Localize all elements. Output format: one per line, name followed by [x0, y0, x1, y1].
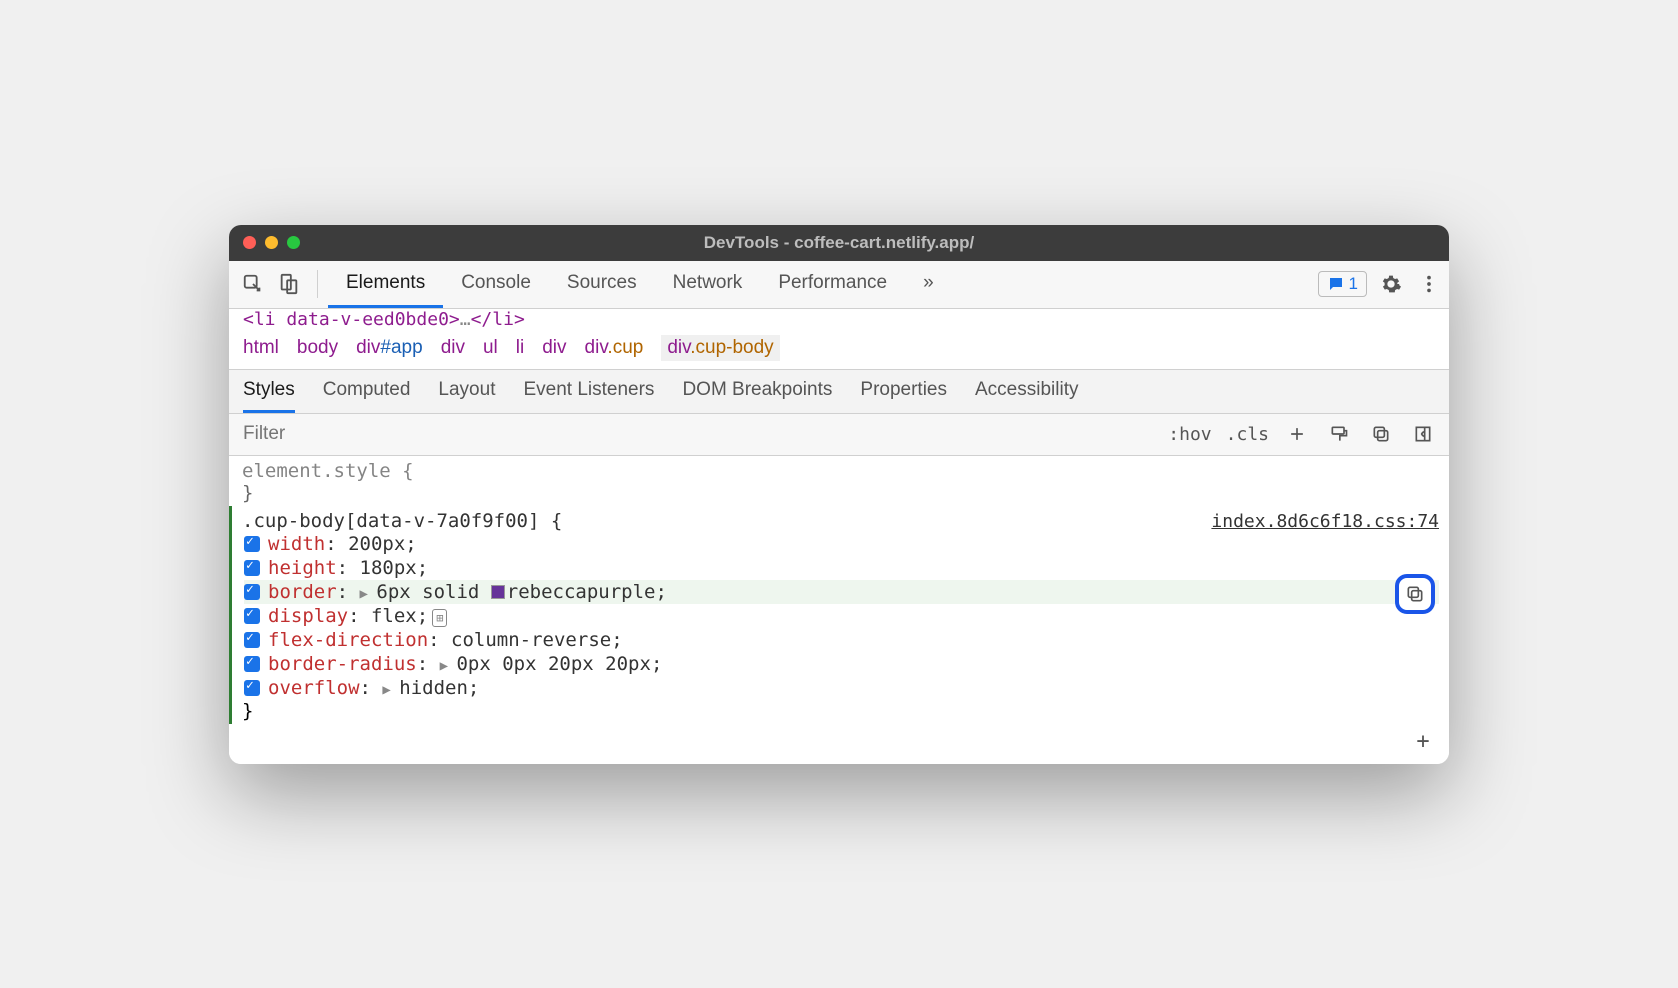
close-icon[interactable] — [243, 236, 256, 249]
rule-cup-body: .cup-body[data-v-7a0f9f00] { index.8d6c6… — [229, 506, 1449, 724]
styles-pane: element.style { } .cup-body[data-v-7a0f9… — [229, 456, 1449, 764]
toggle-checkbox[interactable] — [244, 632, 260, 648]
color-swatch[interactable] — [491, 585, 505, 599]
styles-subtabs: Styles Computed Layout Event Listeners D… — [229, 370, 1449, 414]
main-tabs: Elements Console Sources Network Perform… — [229, 261, 1449, 309]
tab-console[interactable]: Console — [443, 261, 549, 308]
separator — [317, 270, 318, 298]
crumb-div[interactable]: div — [441, 337, 465, 359]
dom-tree-peek: <li data-v-eed0bde0>…</li> — [229, 309, 1449, 327]
decl-display[interactable]: display: flex;⊞ — [244, 604, 1439, 628]
crumb-div2[interactable]: div — [542, 337, 566, 359]
crumb-html[interactable]: html — [243, 337, 279, 359]
decl-text: width: 200px; — [268, 533, 417, 555]
crumb-body[interactable]: body — [297, 337, 338, 359]
decl-text: height: 180px; — [268, 557, 428, 579]
window-controls — [243, 236, 300, 249]
paint-icon[interactable] — [1325, 420, 1353, 448]
tab-elements[interactable]: Elements — [328, 261, 443, 308]
subtab-styles[interactable]: Styles — [243, 370, 295, 413]
subtab-properties[interactable]: Properties — [860, 370, 947, 413]
selector-cup-body[interactable]: .cup-body[data-v-7a0f9f00] { — [242, 510, 562, 532]
hov-toggle[interactable]: :hov — [1168, 424, 1211, 445]
rule-close: } — [242, 700, 1439, 722]
toggle-checkbox[interactable] — [244, 680, 260, 696]
device-icon[interactable] — [271, 266, 307, 302]
flex-editor-icon[interactable]: ⊞ — [432, 609, 447, 627]
decl-flex-direction[interactable]: flex-direction: column-reverse; — [244, 628, 1439, 652]
decl-border[interactable]: border: ▶ 6px solid rebeccapurple; — [244, 580, 1439, 604]
decl-text: display: flex;⊞ — [268, 605, 447, 627]
toggle-checkbox[interactable] — [244, 656, 260, 672]
decl-border-radius[interactable]: border-radius: ▶ 0px 0px 20px 20px; — [244, 652, 1439, 676]
tab-network[interactable]: Network — [655, 261, 761, 308]
subtab-dombreakpoints[interactable]: DOM Breakpoints — [682, 370, 832, 413]
styles-filter-bar: :hov .cls — [229, 414, 1449, 456]
issues-badge[interactable]: 1 — [1318, 271, 1367, 297]
decl-text: flex-direction: column-reverse; — [268, 629, 623, 651]
kebab-icon[interactable] — [1415, 270, 1443, 298]
crumb-divcupbody[interactable]: div.cup-body — [661, 335, 779, 361]
source-link[interactable]: index.8d6c6f18.css:74 — [1211, 511, 1439, 532]
rule-element-style[interactable]: element.style { } — [229, 456, 1449, 506]
selector-element-style: element.style { — [242, 460, 1439, 482]
rule-close: } — [242, 482, 1439, 504]
toggle-checkbox[interactable] — [244, 560, 260, 576]
decl-width[interactable]: width: 200px; — [244, 532, 1439, 556]
titlebar: DevTools - coffee-cart.netlify.app/ — [229, 225, 1449, 261]
minimize-icon[interactable] — [265, 236, 278, 249]
copy-icon[interactable] — [1367, 420, 1395, 448]
crumb-ul[interactable]: ul — [483, 337, 498, 359]
decl-text: border: ▶ 6px solid rebeccapurple; — [268, 581, 667, 603]
tab-sources[interactable]: Sources — [549, 261, 655, 308]
cls-toggle[interactable]: .cls — [1226, 424, 1269, 445]
filter-input[interactable] — [229, 423, 549, 445]
new-rule-icon[interactable] — [1283, 420, 1311, 448]
devtools-window: DevTools - coffee-cart.netlify.app/ Elem… — [229, 225, 1449, 764]
breadcrumb: html body div#app div ul li div div.cup … — [229, 327, 1449, 370]
toggle-checkbox[interactable] — [244, 536, 260, 552]
crumb-divapp[interactable]: div#app — [356, 337, 423, 359]
crumb-li[interactable]: li — [516, 337, 524, 359]
toggle-checkbox[interactable] — [244, 584, 260, 600]
inspect-icon[interactable] — [235, 266, 271, 302]
add-property-icon[interactable]: + — [1409, 728, 1437, 756]
subtab-layout[interactable]: Layout — [438, 370, 495, 413]
decl-text: border-radius: ▶ 0px 0px 20px 20px; — [268, 653, 662, 675]
decl-text: overflow: ▶ hidden; — [268, 677, 479, 699]
zoom-icon[interactable] — [287, 236, 300, 249]
panel-toggle-icon[interactable] — [1409, 420, 1437, 448]
crumb-divcup[interactable]: div.cup — [585, 337, 644, 359]
subtab-accessibility[interactable]: Accessibility — [975, 370, 1078, 413]
settings-icon[interactable] — [1377, 270, 1405, 298]
issues-count: 1 — [1349, 274, 1358, 294]
decl-height[interactable]: height: 180px; — [244, 556, 1439, 580]
window-title: DevTools - coffee-cart.netlify.app/ — [229, 233, 1449, 253]
subtab-computed[interactable]: Computed — [323, 370, 411, 413]
tab-performance[interactable]: Performance — [760, 261, 905, 308]
tab-more[interactable]: » — [905, 261, 952, 308]
decl-overflow[interactable]: overflow: ▶ hidden; — [244, 676, 1439, 700]
toggle-checkbox[interactable] — [244, 608, 260, 624]
subtab-eventlisteners[interactable]: Event Listeners — [523, 370, 654, 413]
